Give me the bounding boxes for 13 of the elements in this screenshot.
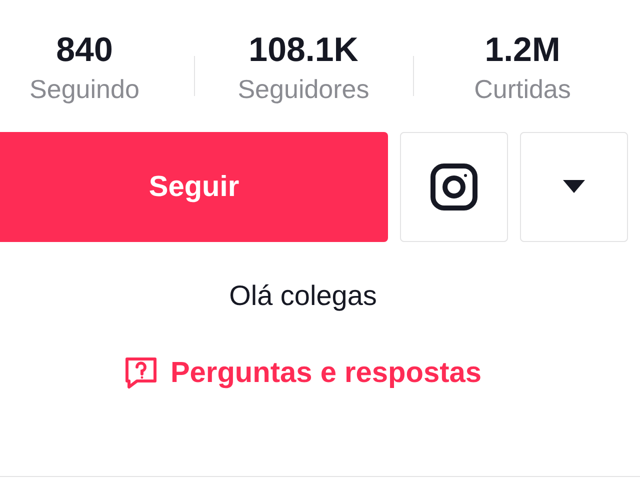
stat-count: 1.2M [484, 30, 560, 71]
qa-link[interactable]: Perguntas e respostas [170, 356, 482, 390]
stat-label: Seguidores [238, 73, 370, 106]
bio-text: Olá colegas [228, 280, 378, 312]
stat-count: 840 [56, 30, 113, 71]
stat-label: Curtidas [474, 73, 571, 106]
stat-label: Seguindo [30, 73, 140, 106]
follow-button[interactable]: Seguir [0, 132, 388, 242]
instagram-button[interactable] [400, 132, 508, 242]
instagram-icon [430, 163, 478, 211]
stat-count: 108.1K [248, 30, 358, 71]
caret-icon [563, 180, 585, 194]
question-bubble-icon [124, 356, 158, 390]
